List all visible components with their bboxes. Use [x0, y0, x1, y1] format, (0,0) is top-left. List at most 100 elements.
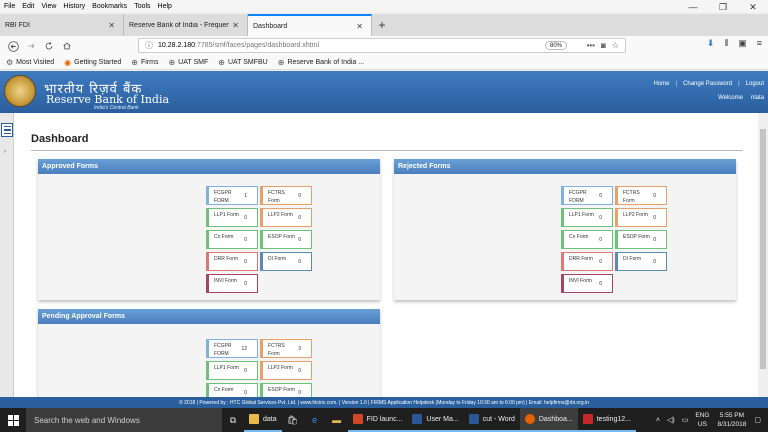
vertical-scrollbar[interactable] [758, 113, 768, 397]
menu-history[interactable]: History [63, 3, 85, 10]
card-count: 0 [599, 215, 602, 221]
bookmark-getting-started[interactable]: ◉ Getting Started [64, 58, 121, 67]
store-icon[interactable]: 🛍 [282, 408, 304, 432]
chevron-up-icon[interactable]: ˄ [656, 417, 660, 424]
pocket-icon[interactable]: ◙ [601, 41, 606, 50]
card-label: LLP1 Form [214, 212, 239, 218]
tab-dashboard[interactable]: Dashboard ✕ [248, 14, 372, 36]
card-drr[interactable]: DRR Form 0 [206, 252, 258, 271]
home-link[interactable]: Home [653, 81, 669, 87]
more-actions-icon[interactable]: ••• [587, 41, 595, 50]
menu-view[interactable]: View [41, 3, 56, 10]
card-fctrs[interactable]: FCTRS Form 0 [260, 186, 312, 205]
taskbar-app-user-manual[interactable]: User Ma... [407, 408, 464, 432]
menu-bookmarks[interactable]: Bookmarks [92, 3, 127, 10]
url-bar[interactable]: ⓘ 10.28.2.180 :7785/smf/faces/pages/dash… [138, 38, 626, 53]
close-icon[interactable]: ✕ [232, 21, 239, 30]
sidebar-icon[interactable]: ▣ [738, 38, 747, 49]
card-label: ESOP Form [623, 234, 650, 240]
card-invi[interactable]: INVI Form 0 [561, 274, 613, 293]
card-llp2[interactable]: LLP2 Form 0 [260, 361, 312, 380]
bookmark-most-visited[interactable]: ⚙ Most Visited [6, 58, 54, 67]
close-window-button[interactable]: ✕ [738, 0, 768, 14]
language-indicator[interactable]: ENG US [695, 411, 709, 429]
menu-tools[interactable]: Tools [134, 3, 150, 10]
card-label: LLP2 Form [268, 365, 293, 371]
minimize-button[interactable]: — [678, 0, 708, 14]
chevron-right-icon[interactable]: › [4, 149, 6, 155]
card-fcgpr[interactable]: FCGPR FORM 0 [561, 186, 613, 205]
menu-hamburger-icon[interactable]: ≡ [757, 38, 762, 49]
card-fctrs[interactable]: FCTRS Form 0 [615, 186, 667, 205]
scrollbar-thumb[interactable] [760, 129, 766, 369]
bookmark-uat-smfbu[interactable]: ⊕ UAT SMFBU [218, 58, 268, 67]
restore-button[interactable]: ❐ [708, 0, 738, 14]
card-llp1[interactable]: LLP1 Form 0 [206, 208, 258, 227]
start-button[interactable] [0, 408, 26, 432]
bookmark-star-icon[interactable]: ☆ [612, 41, 619, 50]
url-actions: ••• ◙ ☆ [581, 39, 619, 52]
menu-help[interactable]: Help [158, 3, 172, 10]
card-di[interactable]: DI Form 0 [615, 252, 667, 271]
task-view-icon[interactable]: ⧉ [222, 408, 244, 432]
app-label: testing12... [596, 415, 631, 423]
card-llp2[interactable]: LLP2 Form 0 [260, 208, 312, 227]
taskbar-search[interactable]: Search the web and Windows [26, 408, 222, 432]
card-drr[interactable]: DRR Form 0 [561, 252, 613, 271]
logout-link[interactable]: Logout [746, 81, 764, 87]
reload-icon [45, 42, 53, 50]
card-cn[interactable]: Cn Form 0 [206, 383, 258, 397]
tab-rbi-faq[interactable]: Reserve Bank of India - Frequently A ✕ [124, 14, 248, 36]
clock[interactable]: 5:55 PM 8/31/2018 [717, 411, 746, 429]
bookmark-firms[interactable]: ⊕ Firms [131, 58, 158, 67]
zoom-indicator[interactable]: 80% [544, 41, 567, 50]
network-icon[interactable]: ▭ [682, 416, 689, 424]
taskbar-app-data[interactable]: data [244, 408, 282, 432]
change-password-link[interactable]: Change Password [683, 81, 732, 87]
taskbar-app-dashboard[interactable]: Dashboa... [519, 408, 578, 432]
bookmark-rbi[interactable]: ⊕ Reserve Bank of India ... [278, 58, 364, 67]
home-button[interactable] [58, 38, 76, 54]
card-llp1[interactable]: LLP1 Form 0 [206, 361, 258, 380]
new-tab-button[interactable]: + [372, 14, 392, 36]
file-explorer-icon[interactable]: ▬ [326, 408, 348, 432]
footer-text: © 2018 | Powered by : HTC Global Service… [179, 399, 589, 406]
card-count: 0 [298, 215, 301, 221]
card-di[interactable]: DI Form 0 [260, 252, 312, 271]
taskbar-app-testing[interactable]: testing12... [577, 408, 636, 432]
menu-file[interactable]: File [4, 3, 15, 10]
taskbar-app-cut-word[interactable]: cut - Word [463, 408, 520, 432]
card-esop[interactable]: ESOP Form 0 [260, 383, 312, 397]
card-label: DI Form [268, 256, 287, 262]
taskbar-app-fid[interactable]: FID launc... [347, 408, 408, 432]
card-label: LLP2 Form [268, 212, 293, 218]
close-icon[interactable]: ✕ [108, 21, 115, 30]
card-cn[interactable]: Cn Form 0 [206, 230, 258, 249]
card-label: DI Form [623, 256, 642, 262]
download-icon[interactable]: ⬇ [707, 38, 715, 49]
back-button[interactable] [4, 38, 22, 54]
card-llp1[interactable]: LLP1 Form 0 [561, 208, 613, 227]
info-icon[interactable]: ⓘ [145, 40, 153, 51]
tab-label: RBI FDI [5, 21, 30, 29]
menu-edit[interactable]: Edit [22, 3, 34, 10]
edge-icon[interactable]: e [304, 408, 326, 432]
reload-button[interactable] [40, 38, 58, 54]
library-icon[interactable]: ⫴ [724, 38, 728, 49]
bookmark-label: UAT SMFBU [227, 59, 268, 66]
menu-toggle-icon[interactable] [1, 123, 13, 137]
card-cn[interactable]: Cn Form 0 [561, 230, 613, 249]
forward-button[interactable] [22, 38, 40, 54]
card-fcgpr[interactable]: FCGPR FORM 1 [206, 186, 258, 205]
tab-rbi-fdi[interactable]: RBI FDI ✕ [0, 14, 124, 36]
volume-icon[interactable]: ◁) [667, 416, 675, 424]
card-llp2[interactable]: LLP2 Form 0 [615, 208, 667, 227]
card-fcgpr[interactable]: FCGPR FORM 12 [206, 339, 258, 358]
close-icon[interactable]: ✕ [356, 22, 363, 31]
notifications-icon[interactable]: ▢ [754, 416, 761, 424]
card-fctrs[interactable]: FCTRS Form 3 [260, 339, 312, 358]
card-esop[interactable]: ESOP Form 0 [615, 230, 667, 249]
card-invi[interactable]: INVI Form 0 [206, 274, 258, 293]
bookmark-uat-smf[interactable]: ⊕ UAT SMF [168, 58, 208, 67]
card-esop[interactable]: ESOP Form 0 [260, 230, 312, 249]
